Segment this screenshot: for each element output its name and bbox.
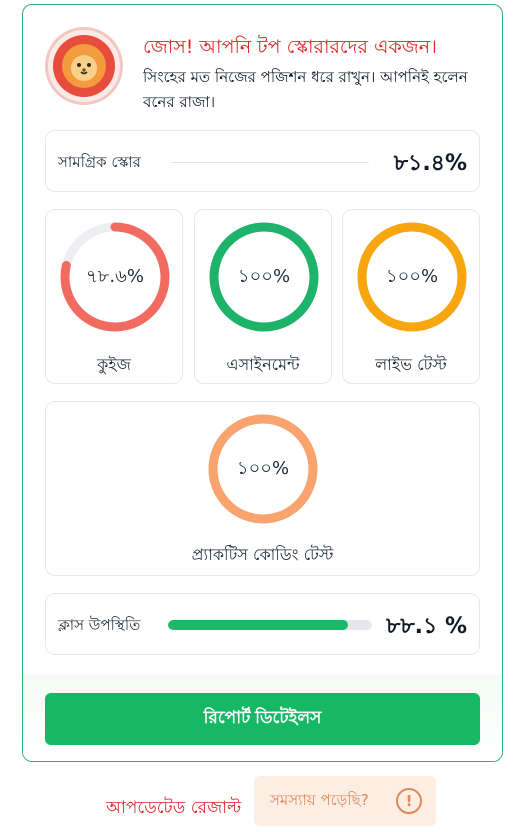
overall-score-value: ৮১.৪% xyxy=(393,151,467,176)
headline: জোস! আপনি টপ স্কোরারদের একজন। xyxy=(143,36,437,58)
divider xyxy=(171,162,369,163)
attendance-label: ক্লাস উপস্থিতি xyxy=(58,616,141,634)
avatar xyxy=(45,27,123,105)
alert-icon: ! xyxy=(396,788,422,814)
attendance-value: ৮৮.১ % xyxy=(386,614,467,639)
score-header: জোস! আপনি টপ স্কোরারদের একজন। সিংহের মত … xyxy=(45,27,485,117)
metric-live-test: ১০০% লাইভ টেস্ট xyxy=(342,209,480,384)
help-label: সমস্যায় পড়েছি? xyxy=(270,790,369,809)
practice-value: ১০০% xyxy=(236,457,290,479)
practice-label: প্র্যাকটিস কোডিং টেস্ট xyxy=(191,545,334,564)
quiz-value: ৭৮.৬% xyxy=(86,265,144,287)
updated-result-link[interactable]: আপডেটেড রেজাল্ট xyxy=(106,795,241,823)
attendance-row: ক্লাস উপস্থিতি ৮৮.১ % xyxy=(45,593,480,655)
overall-score-row: সামগ্রিক স্কোর ৮১.৪% xyxy=(45,130,480,192)
lion-icon xyxy=(53,35,115,97)
report-details-button[interactable]: রিপোর্ট ডিটেইলস xyxy=(45,693,480,745)
quiz-label: কুইজ xyxy=(97,355,131,374)
overall-score-label: সামগ্রিক স্কোর xyxy=(58,153,141,171)
metric-quiz: ৭৮.৬% কুইজ xyxy=(45,209,183,384)
live-test-value: ১০০% xyxy=(385,265,439,287)
help-button[interactable]: সমস্যায় পড়েছি? ! xyxy=(254,776,436,826)
leaderboard-card: জোস! আপনি টপ স্কোরারদের একজন। সিংহের মত … xyxy=(22,4,503,762)
metric-assignment: ১০০% এসাইনমেন্ট xyxy=(194,209,332,384)
assignment-label: এসাইনমেন্ট xyxy=(226,355,300,374)
live-test-label: লাইভ টেস্ট xyxy=(375,355,447,374)
metric-practice-coding: ১০০% প্র্যাকটিস কোডিং টেস্ট xyxy=(45,401,480,576)
assignment-value: ১০০% xyxy=(237,265,291,287)
attendance-progress-bar xyxy=(168,620,372,630)
subline: সিংহের মত নিজের পজিশন ধরে রাখুন। আপনিই হ… xyxy=(143,68,468,111)
attendance-progress-fill xyxy=(168,620,348,630)
